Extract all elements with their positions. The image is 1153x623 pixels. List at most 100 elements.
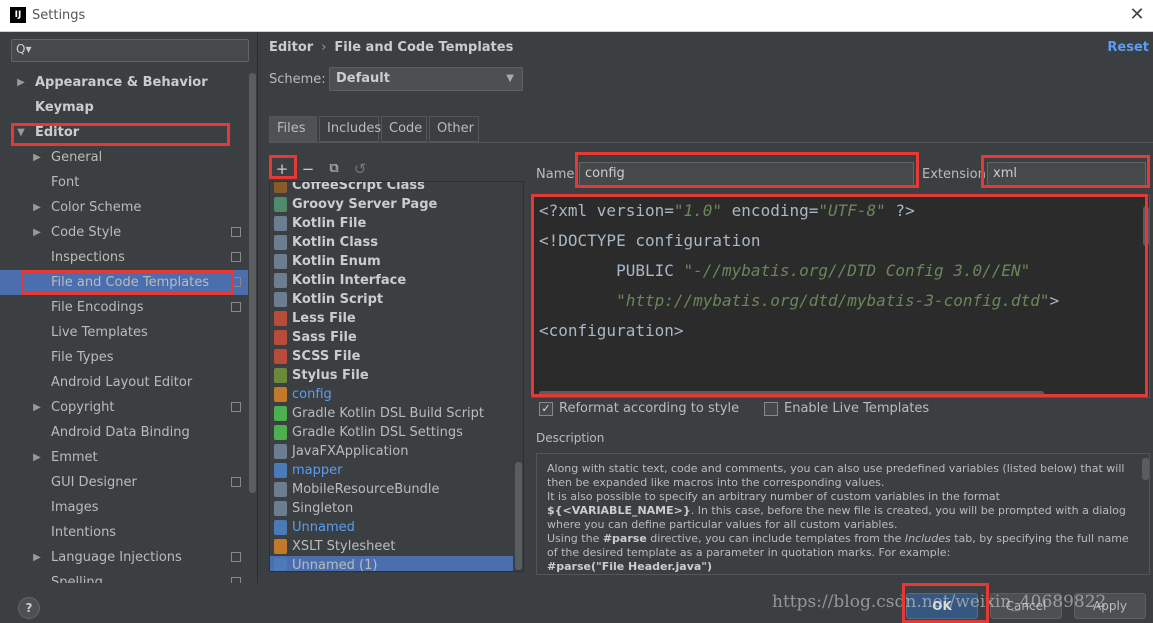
sidebar-item[interactable]: ▶ Appearance & Behavior	[0, 70, 248, 95]
sidebar-item[interactable]: File Encodings	[0, 295, 248, 320]
template-list-item[interactable]: Gradle Kotlin DSL Build Script	[270, 404, 513, 423]
scheme-select[interactable]: Default ▼	[329, 67, 523, 91]
extension-label: Extension:	[922, 167, 991, 182]
sidebar-item[interactable]: File Types	[0, 345, 248, 370]
remove-icon[interactable]: −	[297, 157, 319, 181]
sidebar-item-label: Copyright	[51, 400, 115, 415]
reset-link[interactable]: Reset	[1107, 40, 1149, 55]
template-list-item[interactable]: Gradle Kotlin DSL Settings	[270, 423, 513, 442]
search-input[interactable]: Q▾	[11, 39, 249, 62]
close-icon[interactable]: ✕	[1127, 4, 1147, 26]
project-scope-icon	[231, 252, 241, 262]
extension-field[interactable]: xml	[987, 162, 1146, 186]
add-icon[interactable]: +	[271, 157, 293, 181]
template-list-item[interactable]: SCSS File	[270, 347, 513, 366]
template-list-item[interactable]: XSLT Stylesheet	[270, 537, 513, 556]
sidebar-item[interactable]: Live Templates	[0, 320, 248, 345]
chevron-right-icon[interactable]: ▶	[32, 545, 42, 570]
sidebar-item[interactable]: Android Layout Editor	[0, 370, 248, 395]
tab-includes[interactable]: Includes	[319, 116, 381, 142]
sidebar-item-label: Emmet	[51, 450, 98, 465]
sidebar-item[interactable]: ▶ General	[0, 145, 248, 170]
template-name: SCSS File	[292, 349, 361, 364]
template-list-item[interactable]: CoffeeScript Class	[270, 181, 513, 195]
sidebar-scrollbar[interactable]	[249, 73, 256, 493]
help-button[interactable]: ?	[18, 597, 40, 619]
sidebar-item[interactable]: File and Code Templates	[0, 270, 248, 295]
template-list-item[interactable]: Singleton	[270, 499, 513, 518]
sidebar-item[interactable]: ▶ Copyright	[0, 395, 248, 420]
sidebar-item[interactable]: ▶ Language Injections	[0, 545, 248, 570]
chevron-right-icon[interactable]: ▶	[32, 445, 42, 470]
template-list-item[interactable]: MobileResourceBundle	[270, 480, 513, 499]
sidebar-item[interactable]: Android Data Binding	[0, 420, 248, 445]
template-list-item[interactable]: Kotlin File	[270, 214, 513, 233]
template-list-item[interactable]: config	[270, 385, 513, 404]
file-type-icon	[274, 558, 287, 571]
file-type-icon	[274, 444, 287, 459]
tab-other[interactable]: Other	[429, 116, 479, 142]
sidebar-item-label: Images	[51, 500, 99, 515]
tab-code[interactable]: Code	[381, 116, 427, 142]
sidebar-item[interactable]: ▶ Code Style	[0, 220, 248, 245]
sidebar-item[interactable]: ▼ Editor	[0, 120, 248, 145]
sidebar-item[interactable]: Font	[0, 170, 248, 195]
template-list-item[interactable]: JavaFXApplication	[270, 442, 513, 461]
template-list-item[interactable]: Sass File	[270, 328, 513, 347]
checkbox-unchecked-icon	[764, 402, 778, 416]
list-scrollbar[interactable]	[515, 462, 522, 570]
tab-files[interactable]: Files	[269, 116, 317, 142]
tab-divider	[269, 142, 1153, 143]
sidebar-item[interactable]: Keymap	[0, 95, 248, 120]
template-name: Kotlin Class	[292, 235, 378, 250]
file-type-icon	[274, 311, 287, 326]
sidebar-item[interactable]: Intentions	[0, 520, 248, 545]
breadcrumb-root[interactable]: Editor	[269, 40, 313, 55]
template-name: Singleton	[292, 501, 354, 516]
code-line: <configuration>	[539, 321, 684, 340]
name-field[interactable]: config	[579, 162, 914, 186]
template-list-item[interactable]: Less File	[270, 309, 513, 328]
template-list-item[interactable]: Unnamed	[270, 518, 513, 537]
file-type-icon	[274, 368, 287, 383]
file-type-icon	[274, 182, 287, 193]
sidebar-item-label: Language Injections	[51, 550, 182, 565]
chevron-down-icon: ▼	[506, 73, 514, 84]
chevron-right-icon[interactable]: ▶	[32, 395, 42, 420]
cancel-button[interactable]: Cancel	[990, 593, 1062, 619]
chevron-right-icon[interactable]: ▶	[32, 195, 42, 220]
sidebar-item[interactable]: ▶ Emmet	[0, 445, 248, 470]
description-scrollbar[interactable]	[1142, 458, 1149, 480]
template-list-item[interactable]: mapper	[270, 461, 513, 480]
sidebar-item[interactable]: GUI Designer	[0, 470, 248, 495]
editor-vertical-scrollbar[interactable]	[1143, 206, 1149, 246]
chevron-right-icon[interactable]: ▶	[32, 145, 42, 170]
name-label: Name:	[536, 167, 579, 182]
template-list-item[interactable]: Unnamed (1)	[270, 556, 513, 571]
template-code-editor[interactable]: <?xml version="1.0" encoding="UTF-8" ?> <…	[532, 195, 1150, 398]
description-p3: Using the #parse directive, you can incl…	[547, 532, 1129, 559]
template-name: JavaFXApplication	[292, 444, 409, 459]
copy-icon[interactable]: ⧉	[323, 157, 345, 181]
template-name: CoffeeScript Class	[292, 181, 425, 193]
template-list-item[interactable]: Stylus File	[270, 366, 513, 385]
ok-button[interactable]: OK	[906, 593, 978, 619]
template-list-item[interactable]: Kotlin Script	[270, 290, 513, 309]
sidebar-item[interactable]: Inspections	[0, 245, 248, 270]
template-list-item[interactable]: Groovy Server Page	[270, 195, 513, 214]
sidebar-item-label: Font	[51, 175, 80, 190]
sidebar-item[interactable]: Images	[0, 495, 248, 520]
chevron-right-icon[interactable]: ▶	[32, 220, 42, 245]
chevron-right-icon[interactable]: ▶	[16, 70, 26, 95]
chevron-down-icon[interactable]: ▼	[16, 120, 26, 145]
sidebar-item[interactable]: ▶ Color Scheme	[0, 195, 248, 220]
template-list-item[interactable]: Kotlin Enum	[270, 252, 513, 271]
settings-sidebar: Q▾ ▶ Appearance & Behavior Keymap ▼ Editor ▶ G…	[0, 33, 258, 590]
sidebar-item-label: Android Data Binding	[51, 425, 190, 440]
revert-icon[interactable]: ↺	[349, 157, 371, 181]
editor-horizontal-scrollbar[interactable]	[539, 391, 1044, 396]
file-type-icon	[274, 520, 287, 535]
template-list-item[interactable]: Kotlin Interface	[270, 271, 513, 290]
template-list-item[interactable]: Kotlin Class	[270, 233, 513, 252]
apply-button[interactable]: Apply	[1074, 593, 1146, 619]
